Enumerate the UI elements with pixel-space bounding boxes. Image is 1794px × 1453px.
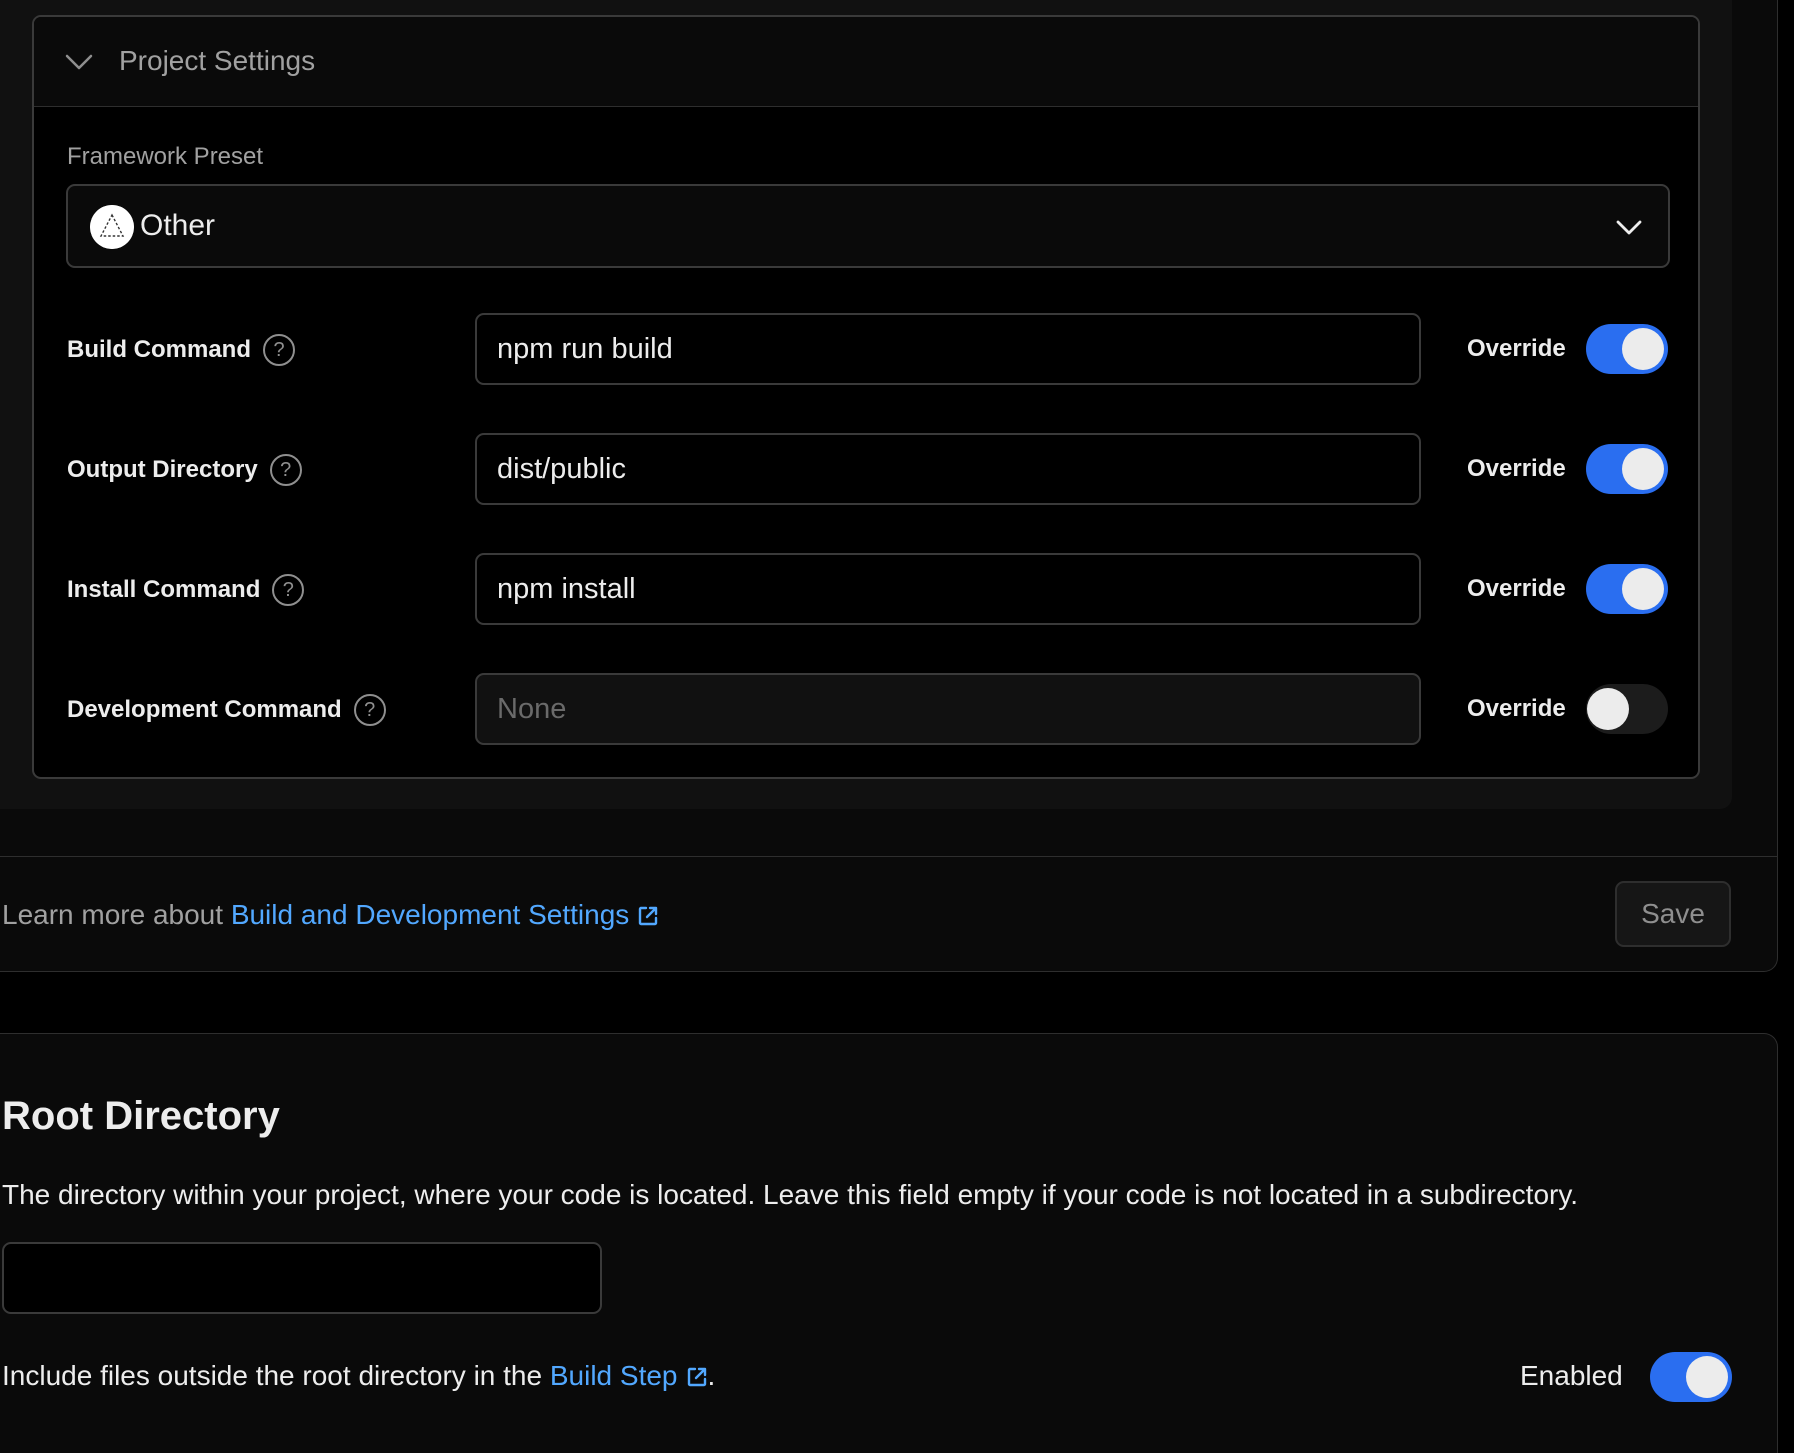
build-command-label: Build Command ?: [67, 334, 295, 366]
project-settings-title: Project Settings: [119, 45, 316, 76]
framework-preset-value: Other: [140, 209, 216, 242]
build-command-input[interactable]: [475, 313, 1421, 385]
root-directory-input[interactable]: [2, 1242, 602, 1314]
include-files-suffix: .: [707, 1360, 716, 1391]
output-directory-label: Output Directory ?: [67, 454, 302, 486]
development-command-override-toggle[interactable]: [1586, 684, 1668, 734]
toggle-knob: [1686, 1356, 1728, 1398]
save-button[interactable]: Save: [1615, 881, 1731, 947]
project-settings-header[interactable]: Project Settings: [34, 17, 1698, 107]
install-command-override-label: Override: [1467, 575, 1566, 602]
learn-more-prefix: Learn more about: [2, 899, 231, 930]
root-directory-description: The directory within your project, where…: [2, 1179, 1579, 1210]
framework-preset-select[interactable]: Other: [66, 184, 1670, 268]
include-files-enabled-label: Enabled: [1520, 1360, 1623, 1391]
install-command-input[interactable]: [475, 553, 1421, 625]
build-command-label-text: Build Command: [67, 336, 251, 363]
help-icon[interactable]: ?: [269, 454, 302, 486]
output-directory-override-label: Override: [1467, 455, 1566, 482]
development-command-override-label: Override: [1467, 695, 1566, 722]
install-command-label: Install Command ?: [67, 574, 305, 606]
project-settings-panel: Project Settings Framework Preset Other …: [32, 15, 1700, 779]
toggle-knob: [1622, 448, 1664, 490]
development-command-label-text: Development Command: [67, 696, 342, 723]
chevron-down-icon: [1616, 220, 1642, 235]
toggle-knob: [1587, 688, 1629, 730]
toggle-knob: [1622, 328, 1664, 370]
help-icon[interactable]: ?: [272, 574, 305, 606]
build-settings-docs-link[interactable]: Build and Development Settings: [231, 899, 659, 930]
install-command-override-toggle[interactable]: [1586, 564, 1668, 614]
build-step-link[interactable]: Build Step: [550, 1360, 708, 1391]
external-link-icon: [687, 1367, 706, 1387]
external-link-icon: [639, 906, 658, 926]
include-files-text: Include files outside the root directory…: [2, 1359, 715, 1393]
output-directory-label-text: Output Directory: [67, 456, 258, 483]
card-footer-divider: [0, 856, 1778, 857]
install-command-label-text: Install Command: [67, 576, 261, 603]
help-icon[interactable]: ?: [353, 694, 386, 726]
framework-other-icon: [90, 205, 134, 249]
help-icon[interactable]: ?: [263, 334, 295, 366]
development-command-input[interactable]: [475, 673, 1421, 745]
build-settings-docs-link-text: Build and Development Settings: [230, 899, 630, 930]
build-step-link-text: Build Step: [549, 1360, 678, 1391]
output-directory-override-toggle[interactable]: [1586, 444, 1668, 494]
output-directory-input[interactable]: [475, 433, 1421, 505]
toggle-knob: [1622, 568, 1664, 610]
development-command-label: Development Command ?: [67, 694, 386, 726]
learn-more-text: Learn more about Build and Development S…: [2, 898, 659, 932]
build-command-override-label: Override: [1467, 335, 1566, 362]
include-files-prefix: Include files outside the root directory…: [2, 1360, 550, 1391]
root-directory-title: Root Directory: [2, 1094, 280, 1138]
chevron-down-icon: [65, 54, 93, 70]
include-files-toggle[interactable]: [1650, 1352, 1732, 1402]
build-command-override-toggle[interactable]: [1586, 324, 1668, 374]
framework-preset-label: Framework Preset: [67, 143, 264, 170]
